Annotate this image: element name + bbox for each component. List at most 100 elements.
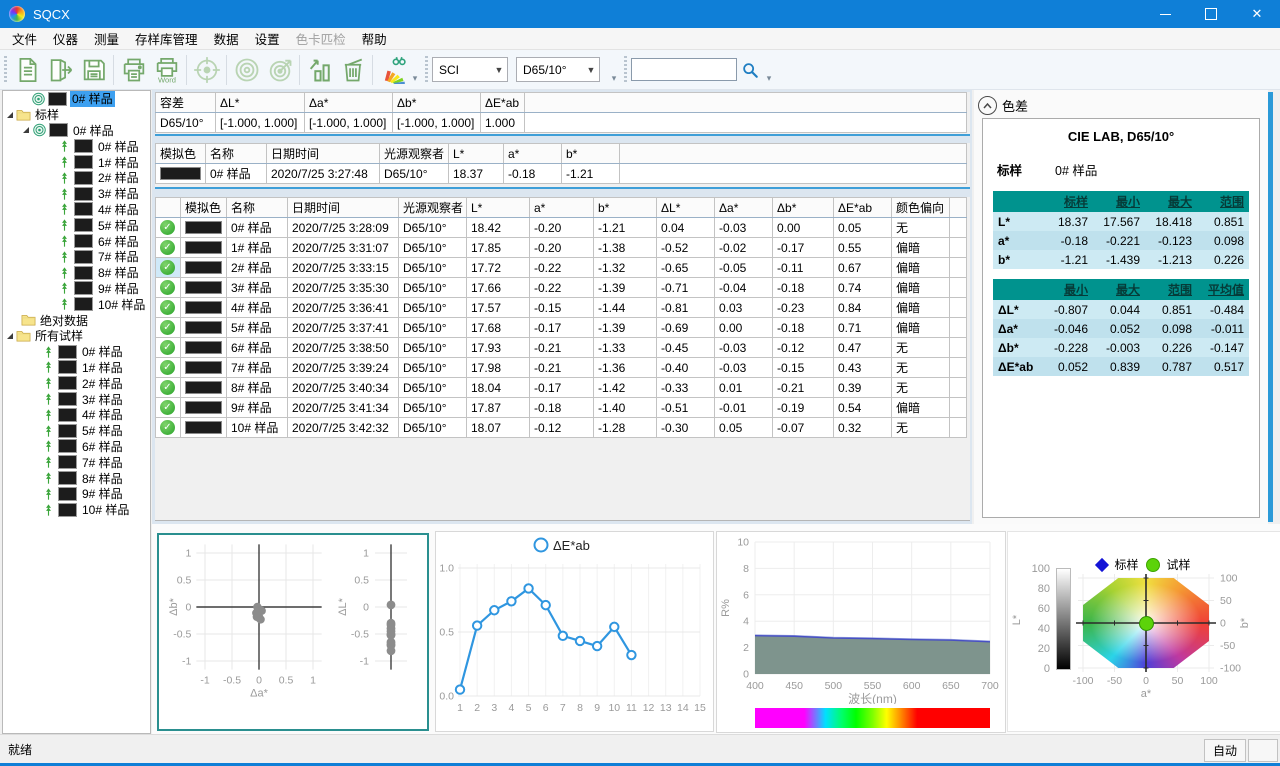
print-button[interactable] xyxy=(117,53,150,86)
search-button[interactable] xyxy=(737,57,763,83)
tree-item-9# 样品[interactable]: 9# 样品 xyxy=(3,486,150,502)
illuminant-observer-select[interactable]: D65/10°▼ xyxy=(516,57,600,82)
tree-item-3# 样品[interactable]: 3# 样品 xyxy=(3,186,150,202)
save-button[interactable] xyxy=(77,53,110,86)
new-document-button[interactable] xyxy=(11,53,44,86)
sample-row[interactable]: ✓2# 样品2020/7/25 3:33:15D65/10°17.72-0.22… xyxy=(156,258,967,278)
tree-item-2# 样品[interactable]: 2# 样品 xyxy=(3,170,150,186)
sample-header[interactable]: 模拟色 xyxy=(181,198,227,218)
menu-item-色卡匹检[interactable]: 色卡匹检 xyxy=(288,27,354,50)
sample-header[interactable] xyxy=(950,198,967,218)
sample-header[interactable]: b* xyxy=(594,198,657,218)
menu-item-设置[interactable]: 设置 xyxy=(247,27,288,50)
tolerance-header[interactable]: ΔL* xyxy=(216,93,305,113)
close-button[interactable]: ✕ xyxy=(1234,0,1280,28)
tree-item-绝对数据[interactable]: 绝对数据 xyxy=(3,312,150,328)
sample-row[interactable]: ✓5# 样品2020/7/25 3:37:41D65/10°17.68-0.17… xyxy=(156,318,967,338)
standard-header[interactable]: 模拟色 xyxy=(156,144,206,164)
maximize-button[interactable] xyxy=(1188,0,1234,28)
sample-row[interactable]: ✓6# 样品2020/7/25 3:38:50D65/10°17.93-0.21… xyxy=(156,338,967,358)
tree-expander-icon[interactable] xyxy=(7,112,13,118)
standard-header[interactable]: 名称 xyxy=(206,144,267,164)
tree-item-5# 样品[interactable]: 5# 样品 xyxy=(3,217,150,233)
sample-row[interactable]: ✓3# 样品2020/7/25 3:35:30D65/10°17.66-0.22… xyxy=(156,278,967,298)
sample-row[interactable]: ✓1# 样品2020/7/25 3:31:07D65/10°17.85-0.20… xyxy=(156,238,967,258)
menu-item-测量[interactable]: 测量 xyxy=(86,27,127,50)
tree-item-6# 样品[interactable]: 6# 样品 xyxy=(3,233,150,249)
tree-item-4# 样品[interactable]: 4# 样品 xyxy=(3,202,150,218)
sample-header[interactable]: ΔE*ab xyxy=(834,198,892,218)
collapse-chevron-icon[interactable] xyxy=(978,96,997,115)
measurement-mode-select[interactable]: SCI▼ xyxy=(432,57,508,82)
statistics-chart-button[interactable] xyxy=(303,53,336,86)
tolerance-header[interactable]: Δb* xyxy=(393,93,481,113)
tree-item-5# 样品[interactable]: 5# 样品 xyxy=(3,423,150,439)
sample-header[interactable]: ΔL* xyxy=(657,198,715,218)
tree-item-0# 样品[interactable]: 0# 样品 xyxy=(3,123,150,139)
tree-item-1# 样品[interactable]: 1# 样品 xyxy=(3,360,150,376)
tree-item-7# 样品[interactable]: 7# 样品 xyxy=(3,249,150,265)
sample-row[interactable]: ✓7# 样品2020/7/25 3:39:24D65/10°17.98-0.21… xyxy=(156,358,967,378)
tolerance-header[interactable]: ΔE*ab xyxy=(481,93,525,113)
sample-header[interactable]: 颜色偏向 xyxy=(892,198,950,218)
panel-splitter[interactable] xyxy=(1268,92,1273,522)
tree-item-4# 样品[interactable]: 4# 样品 xyxy=(3,407,150,423)
minimize-button[interactable] xyxy=(1142,0,1188,28)
standard-header[interactable]: L* xyxy=(449,144,504,164)
search-input[interactable] xyxy=(631,58,737,81)
tree-item-2# 样品[interactable]: 2# 样品 xyxy=(3,375,150,391)
tolerance-header[interactable]: Δa* xyxy=(305,93,393,113)
tree-item-8# 样品[interactable]: 8# 样品 xyxy=(3,470,150,486)
sample-row[interactable]: ✓0# 样品2020/7/25 3:28:09D65/10°18.42-0.20… xyxy=(156,218,967,238)
tree-item-0# 样品[interactable]: 0# 样品 xyxy=(3,344,150,360)
menu-item-存样库管理[interactable]: 存样库管理 xyxy=(127,27,206,50)
menu-item-帮助[interactable]: 帮助 xyxy=(354,27,395,50)
menu-item-文件[interactable]: 文件 xyxy=(4,27,45,50)
tree-expander-icon[interactable] xyxy=(7,333,13,339)
standard-header[interactable]: a* xyxy=(504,144,562,164)
standard-header[interactable]: b* xyxy=(562,144,620,164)
sample-header[interactable]: 光源观察者 xyxy=(399,198,467,218)
delete-trash-button[interactable] xyxy=(336,53,369,86)
toolbar-overflow-button[interactable]: ▾ xyxy=(763,54,775,86)
standard-row[interactable]: 0# 样品2020/7/25 3:27:48D65/10°18.37-0.18-… xyxy=(156,164,967,184)
sample-row[interactable]: ✓4# 样品2020/7/25 3:36:41D65/10°17.57-0.15… xyxy=(156,298,967,318)
tree-item-6# 样品[interactable]: 6# 样品 xyxy=(3,439,150,455)
tree-item-0# 样品[interactable]: 0# 样品 xyxy=(3,138,150,154)
standard-header[interactable]: 日期时间 xyxy=(267,144,380,164)
standard-header[interactable] xyxy=(620,144,967,164)
color-match-fan-button[interactable] xyxy=(376,53,409,86)
tree-item-3# 样品[interactable]: 3# 样品 xyxy=(3,391,150,407)
tree-item-8# 样品[interactable]: 8# 样品 xyxy=(3,265,150,281)
tree-expander-icon[interactable] xyxy=(23,127,29,133)
standard-header[interactable]: 光源观察者 xyxy=(380,144,449,164)
tree-item-10# 样品[interactable]: 10# 样品 xyxy=(3,502,150,518)
print-word-button[interactable]: Word xyxy=(150,53,183,86)
tree-item-0# 样品[interactable]: 0# 样品 xyxy=(3,91,150,107)
toolbar-overflow-button[interactable]: ▾ xyxy=(608,54,620,86)
sample-row[interactable]: ✓10# 样品2020/7/25 3:42:32D65/10°18.07-0.1… xyxy=(156,418,967,438)
measure-target-button[interactable] xyxy=(263,53,296,86)
tree-item-所有试样[interactable]: 所有试样 xyxy=(3,328,150,344)
menu-item-数据[interactable]: 数据 xyxy=(206,27,247,50)
toolbar-overflow-button[interactable]: ▾ xyxy=(409,54,421,86)
tree-item-1# 样品[interactable]: 1# 样品 xyxy=(3,154,150,170)
sample-row[interactable]: ✓8# 样品2020/7/25 3:40:34D65/10°18.04-0.17… xyxy=(156,378,967,398)
tree-item-7# 样品[interactable]: 7# 样品 xyxy=(3,454,150,470)
sample-header[interactable]: 名称 xyxy=(227,198,288,218)
tree-item-9# 样品[interactable]: 9# 样品 xyxy=(3,281,150,297)
sample-header[interactable]: Δa* xyxy=(715,198,773,218)
sample-row[interactable]: ✓9# 样品2020/7/25 3:41:34D65/10°17.87-0.18… xyxy=(156,398,967,418)
tree-item-10# 样品[interactable]: 10# 样品 xyxy=(3,296,150,312)
sample-header[interactable]: a* xyxy=(530,198,594,218)
tolerance-header[interactable] xyxy=(525,93,967,113)
menu-item-仪器[interactable]: 仪器 xyxy=(45,27,86,50)
sample-header[interactable]: Δb* xyxy=(773,198,834,218)
calibration-rings-button[interactable] xyxy=(230,53,263,86)
sample-header[interactable]: 日期时间 xyxy=(288,198,399,218)
tree-item-标样[interactable]: 标样 xyxy=(3,107,150,123)
calibrate-target-button[interactable] xyxy=(190,53,223,86)
export-button[interactable] xyxy=(44,53,77,86)
sample-header[interactable]: L* xyxy=(467,198,530,218)
sample-header[interactable] xyxy=(156,198,181,218)
